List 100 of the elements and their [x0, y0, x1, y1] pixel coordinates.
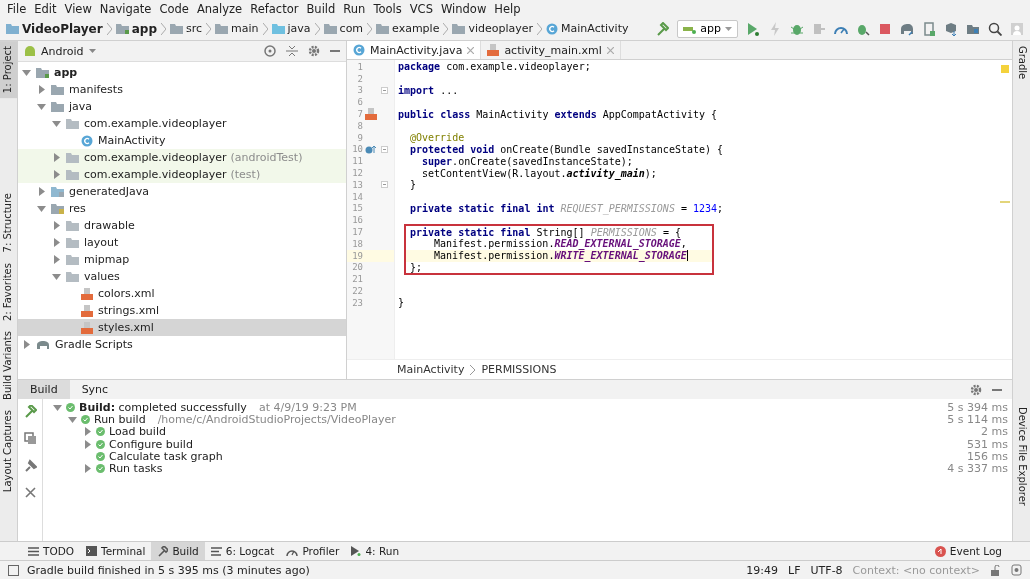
close-icon[interactable]: [606, 46, 614, 54]
tool-window-tab[interactable]: 1: Project: [0, 41, 17, 99]
tree-item[interactable]: com.example.videoplayer (androidTest): [18, 149, 346, 166]
expand-arrow-icon[interactable]: [83, 464, 92, 474]
close-icon[interactable]: [467, 46, 475, 54]
event-log-button[interactable]: Event Log: [928, 545, 1008, 557]
close-icon[interactable]: [23, 486, 37, 499]
tool-window-tab[interactable]: Device File Explorer: [1013, 402, 1030, 511]
cursor-position[interactable]: 19:49: [746, 563, 779, 577]
code-editor[interactable]: [347, 60, 1012, 359]
tree-item[interactable]: strings.xml: [18, 302, 346, 319]
menu-item[interactable]: Analyze: [192, 1, 247, 16]
tool-window-button[interactable]: Profiler: [280, 542, 346, 560]
gear-icon[interactable]: [970, 383, 982, 396]
breadcrumb-item[interactable]: PERMISSIONS: [481, 363, 557, 376]
stop-icon[interactable]: [878, 21, 892, 36]
tree-item[interactable]: com.example.videoplayer: [18, 115, 346, 132]
panel-tab[interactable]: Sync: [69, 380, 121, 399]
hammer-icon[interactable]: [23, 405, 37, 418]
tree-item[interactable]: java: [18, 98, 346, 115]
fold-icon[interactable]: [380, 87, 388, 94]
expand-arrow-icon[interactable]: [37, 85, 46, 94]
breadcrumb-item[interactable]: main: [215, 22, 259, 35]
tree-item[interactable]: generatedJava: [18, 183, 346, 200]
lock-icon[interactable]: [990, 564, 1001, 576]
tree-item[interactable]: colors.xml: [18, 285, 346, 302]
breadcrumb-item[interactable]: videoplayer: [452, 22, 534, 35]
hammer-icon[interactable]: [655, 21, 670, 36]
tool-window-tab[interactable]: 2: Favorites: [0, 257, 17, 326]
editor-tab[interactable]: MainActivity.java: [347, 41, 482, 59]
tree-item[interactable]: layout: [18, 234, 346, 251]
breadcrumb-item[interactable]: MainActivity: [546, 22, 629, 35]
tool-window-button[interactable]: Build: [151, 542, 205, 560]
phone-icon[interactable]: [922, 21, 936, 36]
override-icon[interactable]: [365, 144, 377, 155]
editor-tab[interactable]: activity_main.xml: [481, 41, 621, 59]
expand-arrow-icon[interactable]: [22, 340, 31, 349]
menu-item[interactable]: File: [3, 1, 31, 16]
breadcrumb-item[interactable]: src: [169, 22, 203, 35]
tool-window-button[interactable]: TODO: [22, 542, 81, 560]
build-tree-item[interactable]: Run tasks: [43, 462, 948, 475]
menu-item[interactable]: Code: [155, 1, 193, 16]
panel-tab[interactable]: Build: [18, 380, 70, 399]
collapse-arrow-icon[interactable]: [22, 68, 31, 77]
gear-icon[interactable]: [308, 45, 320, 57]
tree-item[interactable]: mipmap: [18, 251, 346, 268]
tree-item[interactable]: res: [18, 200, 346, 217]
breadcrumb-item[interactable]: com: [323, 22, 364, 35]
collapse-all-icon[interactable]: [286, 45, 298, 57]
breadcrumb-item[interactable]: java: [271, 22, 311, 35]
breadcrumb-item[interactable]: MainActivity: [397, 363, 465, 376]
tool-window-tab[interactable]: Gradle: [1013, 41, 1030, 85]
menu-item[interactable]: VCS: [405, 1, 437, 16]
menu-item[interactable]: Help: [490, 1, 525, 16]
build-tree-item[interactable]: Build: completed successfully at 4/9/19 9:23 PM: [43, 401, 948, 414]
warning-marker[interactable]: [1000, 201, 1010, 203]
tree-item[interactable]: drawable: [18, 217, 346, 234]
search-icon[interactable]: [988, 21, 1002, 36]
menu-item[interactable]: Run: [339, 1, 370, 16]
view-mode-dropdown[interactable]: Android: [24, 44, 96, 58]
menu-item[interactable]: View: [60, 1, 96, 16]
run-configuration-dropdown[interactable]: app: [677, 19, 738, 38]
tool-window-button[interactable]: 4: Run: [345, 542, 406, 560]
pin-icon[interactable]: [23, 459, 37, 472]
locate-icon[interactable]: [264, 45, 276, 57]
copy-icon[interactable]: [23, 432, 37, 445]
cube-icon[interactable]: [944, 21, 958, 36]
breadcrumb-item[interactable]: app: [115, 21, 157, 36]
build-tree-item[interactable]: Calculate task graph: [43, 450, 948, 463]
breadcrumb-item[interactable]: VideoPlayer: [6, 21, 103, 36]
menu-item[interactable]: Build: [302, 1, 340, 16]
breadcrumb-item[interactable]: example: [376, 22, 440, 35]
fold-icon[interactable]: [380, 145, 388, 153]
menu-item[interactable]: Window: [436, 1, 491, 16]
menu-item[interactable]: Navigate: [95, 1, 156, 16]
layout-file-icon[interactable]: [365, 108, 377, 121]
tree-item[interactable]: MainActivity: [18, 132, 346, 149]
tool-window-button[interactable]: Terminal: [80, 542, 152, 560]
build-tree-item[interactable]: Configure build: [43, 437, 948, 451]
panel-toggle-icon[interactable]: [8, 564, 19, 576]
inspector-icon[interactable]: [1011, 564, 1022, 576]
tree-item[interactable]: Gradle Scripts: [18, 336, 346, 353]
build-tree-item[interactable]: Run build /home/c/AndroidStudioProjects/VideoPlayer: [43, 413, 948, 426]
tool-window-tab[interactable]: Build Variants: [0, 325, 17, 405]
tool-window-tab[interactable]: Layout Captures: [0, 404, 17, 497]
tree-item[interactable]: styles.xml: [18, 319, 346, 336]
tree-item[interactable]: app: [18, 64, 346, 81]
menu-item[interactable]: Edit: [30, 1, 61, 16]
collapse-arrow-icon[interactable]: [52, 272, 61, 281]
menu-item[interactable]: Tools: [369, 1, 406, 16]
tool-window-button[interactable]: 6: Logcat: [204, 542, 281, 560]
fold-icon[interactable]: [380, 181, 388, 189]
menu-item[interactable]: Refactor: [246, 1, 303, 16]
minimize-icon[interactable]: [992, 388, 1002, 391]
line-separator-selector[interactable]: LF: [788, 563, 801, 577]
run-icon[interactable]: [746, 21, 760, 36]
tree-item[interactable]: values: [18, 268, 346, 285]
collapse-arrow-icon[interactable]: [37, 204, 46, 213]
tool-window-tab[interactable]: 7: Structure: [0, 188, 17, 258]
tree-item[interactable]: com.example.videoplayer (test): [18, 166, 346, 183]
